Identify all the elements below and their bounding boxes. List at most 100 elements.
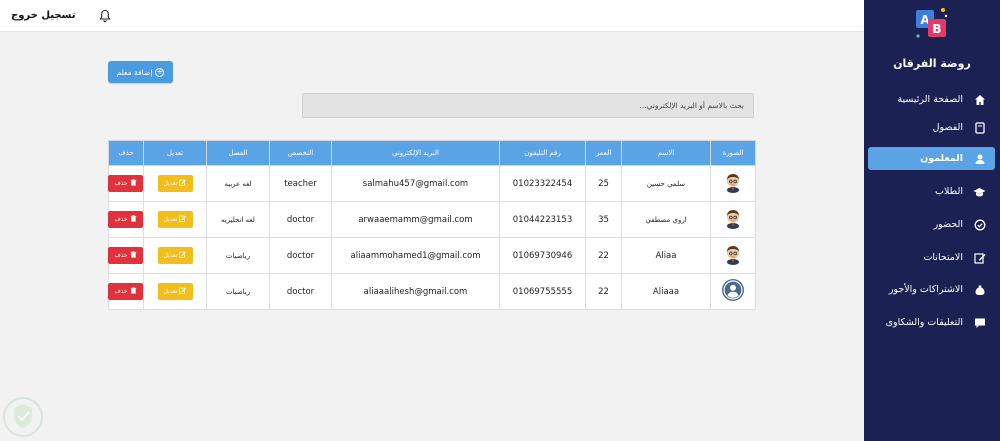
sidebar-item-label: المعلمون [920, 153, 963, 164]
edit-label: تعديل [163, 180, 178, 187]
check-circle-icon [973, 218, 986, 231]
edit-icon [179, 179, 187, 188]
sidebar-item[interactable]: الاشتراكات والأجور [868, 278, 995, 301]
sidebar-item[interactable]: الحضور [868, 213, 995, 236]
sidebar-item[interactable]: التعليقات والشكاوى [868, 311, 995, 334]
avatar [722, 171, 744, 193]
teacher-specialty: teacher [269, 165, 332, 202]
graduation-cap-icon [973, 185, 986, 198]
edit-cell: تعديل [143, 165, 207, 202]
delete-label: حذف [114, 252, 128, 259]
teacher-name: Aliaa [621, 237, 711, 274]
trash-icon [130, 287, 137, 296]
column-header: حذف [108, 140, 144, 166]
teacher-email: arwaaemamm@gmail.com [331, 201, 500, 238]
user-icon [973, 152, 986, 165]
delete-cell: حذف [108, 165, 144, 202]
delete-label: حذف [114, 288, 128, 295]
column-header: التخصص [269, 140, 332, 166]
money-bag-icon [973, 283, 986, 296]
delete-cell: حذف [108, 201, 144, 238]
edit-button[interactable]: تعديل [157, 211, 193, 228]
watermark-logo [1, 395, 45, 439]
sidebar-item-label: الامتحانات [923, 252, 963, 263]
column-header: البريد الإلكتروني [331, 140, 500, 166]
teacher-specialty: doctor [269, 201, 332, 238]
bell-icon[interactable] [98, 8, 112, 22]
edit-button[interactable]: تعديل [157, 283, 193, 300]
sidebar-item-label: الصفحة الرئيسية [897, 94, 963, 105]
teacher-specialty: doctor [269, 237, 332, 274]
sidebar: A B روضة الفرقان الصفحة الرئيسية الفصول ال… [864, 0, 1000, 441]
teacher-age: 22 [585, 273, 622, 310]
edit-button[interactable]: تعديل [157, 247, 193, 264]
teacher-name: Aliaaa [621, 273, 711, 310]
edit-cell: تعديل [143, 237, 207, 274]
table-row: اروي مصطفي 35 01044223153 arwaaemamm@gmail.… [108, 201, 756, 238]
brand-name: روضة الفرقان [893, 57, 971, 70]
top-bar: تسجيل خروج [0, 0, 864, 32]
teacher-specialty: doctor [269, 273, 332, 310]
sidebar-item[interactable]: الفصول [868, 116, 995, 139]
table-row: سلمي حسين 25 01023322454 salmahu457@gmail.c… [108, 165, 756, 202]
column-header: رقم التليفون [499, 140, 586, 166]
edit-icon [973, 251, 986, 264]
delete-label: حذف [114, 216, 128, 223]
edit-cell: تعديل [143, 201, 207, 238]
sidebar-item-label: التعليقات والشكاوى [885, 317, 963, 328]
teacher-age: 25 [585, 165, 622, 202]
teacher-class: لغه انجليزيه [206, 201, 270, 238]
logout-link[interactable]: تسجيل خروج [11, 10, 75, 21]
teacher-class: رياضيات [206, 237, 270, 274]
edit-label: تعديل [163, 288, 178, 295]
sidebar-item-label: الحضور [933, 219, 963, 230]
teacher-class: لغه عربيه [206, 165, 270, 202]
teacher-phone: 01069755555 [499, 273, 586, 310]
search-input[interactable] [302, 93, 754, 118]
table-row: Aliaa 22 01069730946 aliaammohamed1@gmail.c… [108, 237, 756, 274]
sidebar-item-label: الفصول [932, 122, 963, 133]
teacher-email: aliaammohamed1@gmail.com [331, 237, 500, 274]
teacher-age: 22 [585, 237, 622, 274]
home-icon [973, 93, 986, 106]
avatar-cell [710, 201, 756, 238]
delete-button[interactable]: حذف [108, 247, 143, 264]
teacher-name: سلمي حسين [621, 165, 711, 202]
edit-button[interactable]: تعديل [157, 175, 193, 192]
teacher-email: aliaaalihesh@gmail.com [331, 273, 500, 310]
avatar-cell [710, 273, 756, 310]
app-logo: A B [913, 4, 949, 42]
teacher-phone: 01044223153 [499, 201, 586, 238]
column-header: الفصل [206, 140, 270, 166]
column-header: العمر [585, 140, 622, 166]
avatar-cell [710, 165, 756, 202]
trash-icon [130, 179, 137, 188]
table-row: Aliaaa 22 01069755555 aliaaalihesh@gmail.co… [108, 273, 756, 310]
sidebar-item[interactable]: الصفحة الرئيسية [868, 88, 995, 111]
teacher-email: salmahu457@gmail.com [331, 165, 500, 202]
plus-circle-icon: + [155, 67, 165, 77]
column-header: الصورة [710, 140, 756, 166]
edit-icon [179, 251, 187, 260]
teachers-table: الصورة الاسم العمر رقم التليفون البريد ا… [108, 140, 756, 310]
edit-cell: تعديل [143, 273, 207, 310]
edit-label: تعديل [163, 252, 178, 259]
sidebar-item[interactable]: الطلاب [868, 180, 995, 203]
edit-label: تعديل [163, 216, 178, 223]
delete-button[interactable]: حذف [108, 283, 143, 300]
trash-icon [130, 215, 137, 224]
sidebar-item[interactable]: الامتحانات [868, 246, 995, 269]
teacher-phone: 01023322454 [499, 165, 586, 202]
book-icon [973, 121, 986, 134]
edit-icon [179, 215, 187, 224]
teacher-phone: 01069730946 [499, 237, 586, 274]
column-header: الاسم [621, 140, 711, 166]
delete-button[interactable]: حذف [108, 175, 143, 192]
teacher-name: اروي مصطفي [621, 201, 711, 238]
teacher-class: رياضيات [206, 273, 270, 310]
add-teacher-button[interactable]: + إضافة معلم [108, 61, 173, 83]
delete-button[interactable]: حذف [108, 211, 143, 228]
sidebar-item-label: الاشتراكات والأجور [888, 284, 963, 295]
edit-icon [179, 287, 187, 296]
sidebar-item[interactable]: المعلمون [868, 147, 995, 170]
